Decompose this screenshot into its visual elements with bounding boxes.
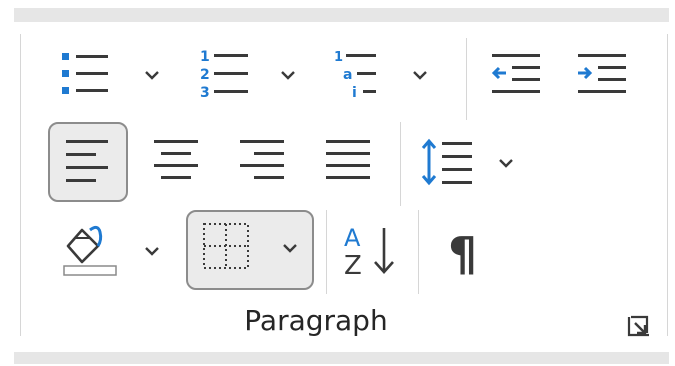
ribbon-bottom-band: [14, 352, 669, 364]
multilevel-mark-a: a: [343, 67, 352, 83]
show-formatting-marks-button[interactable]: ¶: [434, 216, 502, 284]
row3-divider-right: [418, 210, 419, 294]
line-spacing-icon: [421, 138, 472, 186]
group-right-border: [667, 34, 668, 336]
numbering-button[interactable]: 1 2 3: [192, 44, 256, 108]
pilcrow-icon: ¶: [448, 227, 477, 281]
borders-button[interactable]: [186, 210, 314, 290]
group-left-border: [20, 34, 21, 336]
sort-letter-z: Z: [344, 251, 362, 281]
numbering-icon: 1 2 3: [200, 49, 248, 101]
row2-divider: [400, 122, 401, 206]
pilcrow-glyph: ¶: [448, 227, 477, 281]
sort-button[interactable]: A Z: [336, 216, 404, 284]
shading-button[interactable]: [56, 216, 120, 284]
numbering-dropdown-chevron-icon[interactable]: [280, 70, 296, 80]
decrease-indent-button[interactable]: [484, 44, 548, 108]
multilevel-mark-1: 1: [334, 50, 343, 65]
bullets-dropdown-chevron-icon[interactable]: [144, 70, 160, 80]
sort-letter-a: A: [344, 224, 361, 252]
increase-indent-icon: [578, 54, 626, 93]
increase-indent-button[interactable]: [570, 44, 634, 108]
group-label: Paragraph: [244, 304, 388, 337]
align-center-button[interactable]: [142, 128, 210, 196]
multilevel-list-button[interactable]: 1 a i: [326, 44, 390, 108]
shading-dropdown-chevron-icon[interactable]: [144, 246, 160, 256]
justify-icon: [326, 140, 370, 179]
ribbon-top-band: [14, 8, 669, 22]
numbering-digit-1: 1: [200, 49, 210, 65]
paint-bucket-icon: [63, 225, 117, 276]
multilevel-mark-i: i: [352, 85, 357, 101]
align-right-button[interactable]: [228, 128, 296, 196]
numbering-digit-2: 2: [200, 67, 210, 83]
multilevel-list-icon: 1 a i: [334, 50, 376, 101]
line-spacing-button[interactable]: [414, 128, 478, 196]
bullets-button[interactable]: [56, 44, 116, 104]
dialog-launcher-icon[interactable]: [626, 314, 652, 338]
numbering-digit-3: 3: [200, 85, 210, 101]
sort-az-icon: A Z: [344, 224, 394, 281]
row1-divider: [466, 38, 467, 120]
align-left-button[interactable]: [48, 122, 128, 202]
align-center-icon: [154, 140, 198, 179]
bullets-icon: [62, 53, 108, 94]
borders-icon: [203, 223, 297, 269]
line-spacing-dropdown-chevron-icon[interactable]: [498, 158, 514, 168]
align-left-icon: [66, 140, 108, 182]
decrease-indent-icon: [491, 54, 540, 93]
justify-button[interactable]: [314, 128, 382, 196]
multilevel-dropdown-chevron-icon[interactable]: [412, 70, 428, 80]
paragraph-group: 1 2 3 1 a i A Z ¶ Paragraph: [20, 34, 668, 340]
row3-divider-left: [326, 210, 327, 294]
align-right-icon: [240, 140, 284, 179]
